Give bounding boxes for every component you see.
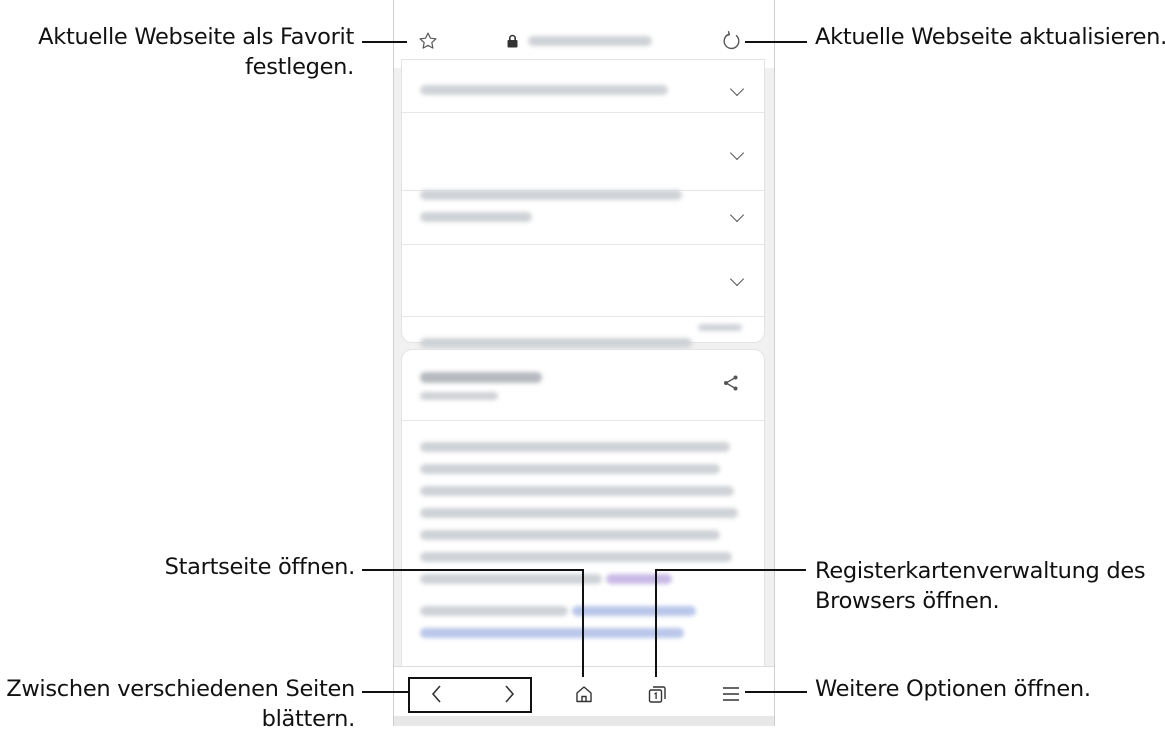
callout-navigate: Zwischen verschiedenen Seiten blättern. — [6, 674, 355, 734]
faq-question-text — [420, 338, 692, 348]
lock-icon — [507, 34, 518, 48]
divider — [402, 420, 764, 421]
share-icon[interactable] — [722, 374, 740, 392]
callout-tabs: Registerkartenverwaltung des Browsers öf… — [815, 556, 1146, 616]
home-icon[interactable] — [573, 683, 595, 705]
browser-screen — [393, 0, 775, 726]
faq-item[interactable] — [402, 60, 764, 113]
callout-tabs-line1: Registerkartenverwaltung des — [815, 558, 1146, 584]
feedback-text[interactable] — [698, 324, 742, 331]
bottom-toolbar — [394, 666, 774, 719]
faq-item[interactable] — [402, 190, 764, 348]
callout-navigate-line1: Zwischen verschiedenen Seiten — [6, 676, 355, 702]
leader-navigate — [362, 691, 408, 693]
address-bar — [394, 0, 774, 68]
leader-menu — [745, 691, 807, 693]
url-text[interactable] — [528, 36, 652, 46]
description-line — [420, 508, 738, 518]
tabs-icon[interactable] — [646, 683, 668, 705]
leader-tabs-v — [655, 569, 657, 677]
refresh-icon[interactable] — [721, 30, 743, 52]
chevron-down-icon — [729, 271, 745, 287]
callout-favorite-line1: Aktuelle Webseite als Favorit — [38, 24, 354, 50]
callout-refresh: Aktuelle Webseite aktualisieren. — [815, 24, 1165, 50]
leader-home-v — [582, 569, 584, 677]
description-line — [420, 552, 732, 562]
star-outline-icon[interactable] — [418, 31, 438, 51]
description-line — [420, 574, 602, 584]
leader-home-h — [362, 569, 583, 571]
callout-home: Startseite öffnen. — [164, 554, 356, 580]
chevron-down-icon — [729, 145, 745, 161]
callout-tabs-line2: Browsers öffnen. — [815, 588, 1000, 614]
knowledge-title — [420, 372, 542, 383]
callout-navigate-line2: blättern. — [261, 706, 356, 732]
description-line — [420, 442, 730, 452]
callout-menu: Weitere Optionen öffnen. — [815, 676, 1091, 702]
menu-icon[interactable] — [721, 685, 741, 703]
faq-question-text — [420, 85, 668, 95]
leader-favorite — [362, 41, 407, 43]
related-link[interactable] — [420, 628, 684, 638]
faq-item[interactable] — [402, 244, 764, 474]
description-line — [420, 464, 720, 474]
people-also-search-text — [420, 606, 568, 616]
callout-favorite: Aktuelle Webseite als Favorit festlegen. — [38, 22, 354, 82]
related-link[interactable] — [572, 606, 696, 616]
chevron-right-icon[interactable] — [502, 684, 516, 704]
system-gesture-bar — [394, 716, 774, 726]
chevron-down-icon — [729, 81, 745, 97]
faq-item[interactable] — [402, 112, 764, 222]
description-line — [420, 486, 734, 496]
knowledge-subtitle — [420, 392, 498, 400]
faq-card — [402, 60, 764, 474]
leader-refresh — [745, 41, 807, 43]
callout-favorite-line2: festlegen. — [245, 54, 354, 80]
chevron-down-icon — [729, 207, 745, 223]
wikipedia-link[interactable] — [606, 574, 672, 584]
leader-tabs-h — [656, 569, 806, 571]
chevron-left-icon[interactable] — [430, 684, 444, 704]
description-line — [420, 530, 720, 540]
